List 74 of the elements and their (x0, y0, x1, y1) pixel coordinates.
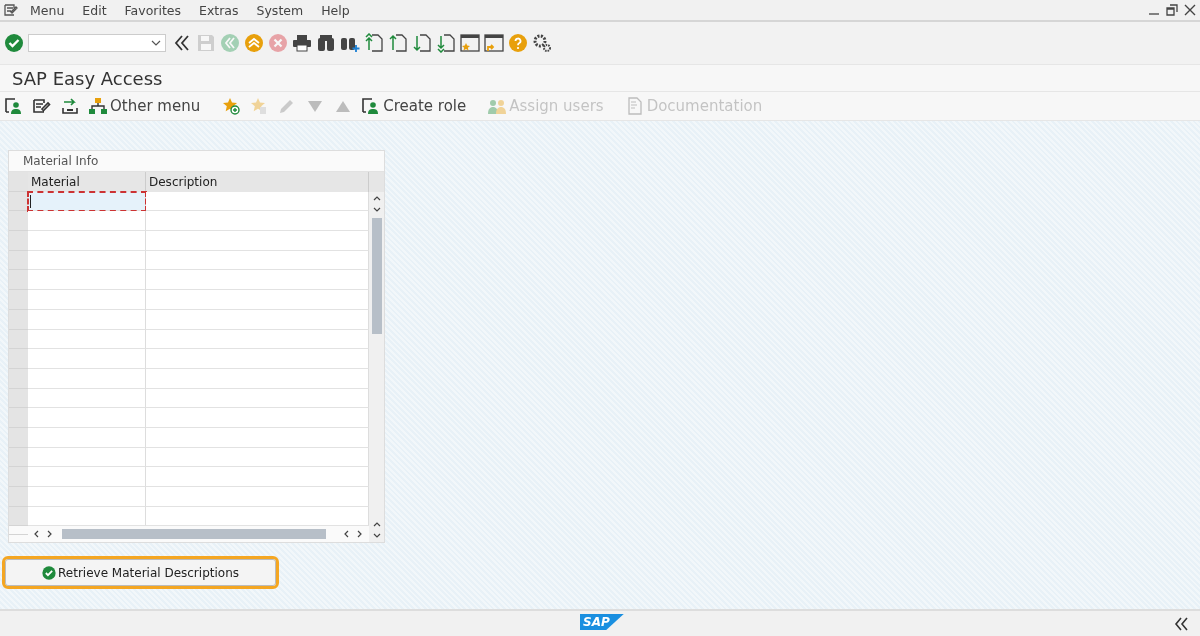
close-icon[interactable] (1184, 4, 1196, 16)
vertical-scrollbar[interactable] (371, 217, 382, 334)
check-icon[interactable] (4, 33, 24, 53)
print-icon[interactable] (292, 33, 312, 53)
menu-item[interactable]: System (256, 2, 304, 18)
table-cell[interactable] (28, 329, 146, 350)
user-frame-icon (362, 97, 381, 115)
table-cell[interactable] (28, 388, 146, 409)
table-cell[interactable] (146, 191, 369, 212)
document-icon (625, 97, 644, 115)
table-cell[interactable] (28, 408, 146, 428)
table-cell[interactable] (146, 427, 369, 448)
check-icon (42, 565, 56, 580)
table-cell[interactable] (28, 467, 146, 487)
menu-item[interactable]: Edit (82, 2, 107, 18)
table-cell[interactable] (146, 329, 369, 350)
table-cell[interactable] (28, 270, 146, 291)
sap-logo: SAP (580, 614, 624, 630)
table-cell[interactable] (146, 467, 369, 487)
table-cell[interactable] (146, 309, 369, 330)
menu-item[interactable]: Help (321, 2, 350, 18)
table-cell[interactable] (28, 447, 146, 468)
search-icon[interactable] (316, 33, 336, 53)
table-cell[interactable] (146, 211, 369, 232)
command-field[interactable] (28, 34, 166, 52)
double-chevron-icon[interactable] (1174, 616, 1190, 631)
column-header[interactable]: Description (146, 172, 369, 192)
toolbar-button[interactable]: Create role (362, 97, 467, 115)
horizontal-scrollbar[interactable] (62, 529, 326, 540)
users-icon (488, 97, 507, 115)
menu-item[interactable]: Favorites (124, 2, 181, 18)
menu-item[interactable]: Menu (30, 2, 65, 18)
table-cell[interactable] (146, 506, 369, 527)
restore-icon[interactable] (1166, 4, 1178, 16)
star-plus-icon[interactable] (222, 97, 241, 115)
settings-icon[interactable] (532, 33, 552, 53)
page-down-icon[interactable] (412, 33, 432, 53)
table-cell[interactable] (28, 349, 146, 369)
user-frame-icon[interactable] (5, 97, 23, 115)
download-icon[interactable] (61, 97, 79, 115)
table-cell[interactable] (28, 191, 146, 212)
up-icon[interactable] (244, 33, 264, 53)
table-cell[interactable] (28, 506, 146, 527)
retrieve-button[interactable]: Retrieve Material Descriptions (5, 559, 276, 587)
table-cell[interactable] (146, 388, 369, 409)
hierarchy-icon (89, 97, 107, 115)
page-up-double-icon[interactable] (364, 33, 384, 53)
table-cell[interactable] (28, 290, 146, 310)
table-cell[interactable] (28, 309, 146, 330)
table-cell[interactable] (146, 408, 369, 428)
column-header[interactable]: Material (28, 172, 146, 192)
table-cell[interactable] (28, 487, 146, 507)
double-chevron-icon[interactable] (172, 33, 192, 53)
table-cell[interactable] (146, 349, 369, 369)
table-cell[interactable] (28, 250, 146, 271)
caret-icon[interactable] (151, 40, 161, 46)
table-cell[interactable] (146, 270, 369, 291)
menu-item[interactable]: Extras (199, 2, 239, 18)
table-cell[interactable] (28, 427, 146, 448)
page-down-double-icon[interactable] (436, 33, 456, 53)
table-cell[interactable] (28, 368, 146, 389)
page-up-icon[interactable] (388, 33, 408, 53)
toolbar-button[interactable]: Other menu (89, 97, 201, 115)
table-cell[interactable] (28, 231, 146, 251)
table-cell[interactable] (146, 290, 369, 310)
table-cell[interactable] (146, 368, 369, 389)
menu-icon[interactable] (33, 97, 51, 115)
table-cell[interactable] (146, 487, 369, 507)
table-cell[interactable] (146, 231, 369, 251)
table-cell[interactable] (146, 447, 369, 468)
table-cell[interactable] (146, 250, 369, 271)
menu-icon[interactable] (4, 4, 18, 16)
table-cell[interactable] (28, 211, 146, 232)
screen-title: SAP Easy Access (12, 67, 163, 89)
